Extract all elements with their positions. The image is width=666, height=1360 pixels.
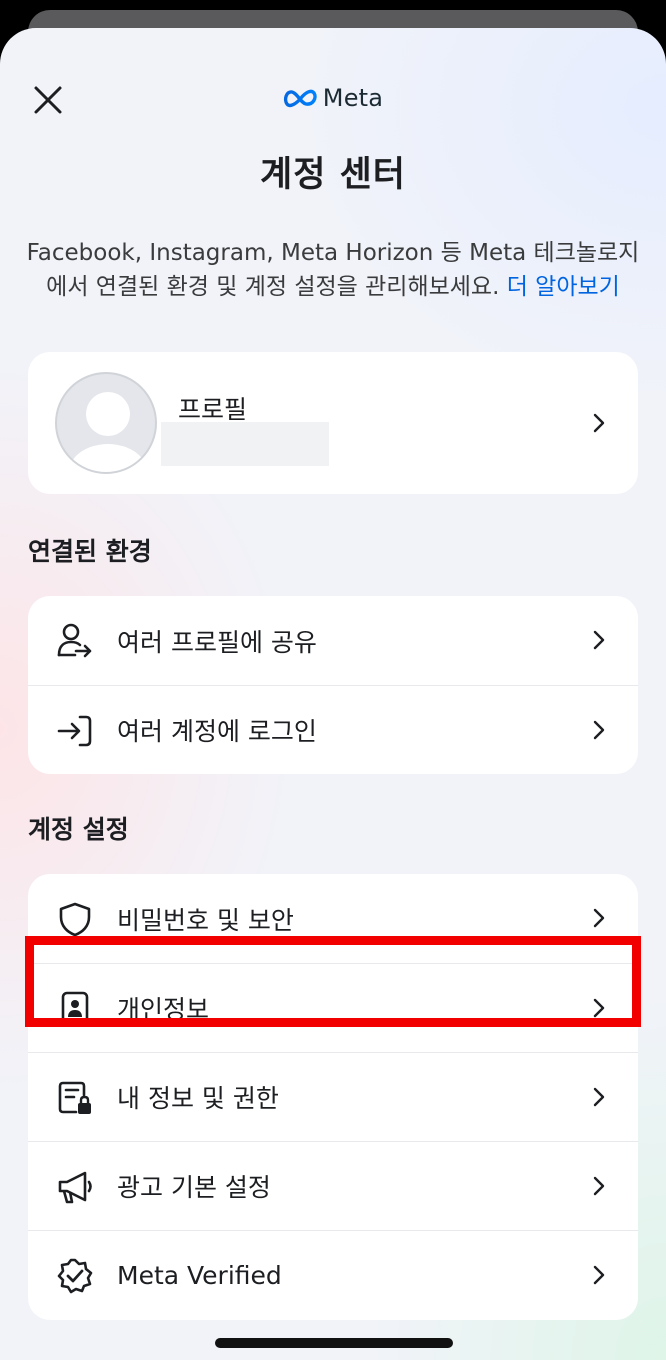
chevron bbox=[590, 908, 608, 928]
meta-verified-item[interactable]: Meta Verified bbox=[28, 1230, 638, 1319]
chevron-right-icon bbox=[593, 908, 605, 928]
profile-name-redacted bbox=[161, 422, 329, 466]
default-avatar-icon bbox=[68, 392, 148, 472]
chevron bbox=[590, 1265, 608, 1285]
meta-infinity-icon bbox=[283, 89, 317, 108]
profile-card[interactable]: 프로필 bbox=[28, 352, 638, 494]
document-lock-icon bbox=[56, 1079, 94, 1117]
profile-label: 프로필 bbox=[178, 395, 248, 424]
meta-wordmark: Meta bbox=[322, 84, 384, 112]
chevron-right-icon bbox=[593, 1265, 605, 1285]
account-settings-card: 비밀번호 및 보안 개인정보 내 정보 및 권한 광고 기본 설정 Meta V… bbox=[28, 874, 638, 1320]
chevron-right-icon bbox=[593, 413, 605, 433]
share-profiles-icon bbox=[56, 622, 94, 660]
connected-section-title: 연결된 환경 bbox=[28, 537, 152, 566]
page-subtitle: Facebook, Instagram, Meta Horizon 등 Meta… bbox=[24, 236, 642, 304]
chevron bbox=[590, 630, 608, 650]
chevron-right-icon bbox=[593, 630, 605, 650]
chevron bbox=[590, 998, 608, 1018]
chevron-right-icon bbox=[593, 1087, 605, 1107]
id-card-icon bbox=[56, 990, 94, 1028]
verified-badge-icon bbox=[56, 1257, 94, 1295]
meta-logo: Meta bbox=[0, 84, 666, 112]
chevron-right-icon bbox=[593, 720, 605, 740]
ad-preferences-label: 광고 기본 설정 bbox=[117, 1173, 271, 1202]
chevron-right-icon bbox=[593, 998, 605, 1018]
password-security-item[interactable]: 비밀번호 및 보안 bbox=[28, 874, 638, 963]
connected-experiences-card: 여러 프로필에 공유 여러 계정에 로그인 bbox=[28, 596, 638, 774]
log-in-across-accounts-item[interactable]: 여러 계정에 로그인 bbox=[28, 685, 638, 774]
avatar bbox=[55, 372, 157, 474]
chevron bbox=[590, 1087, 608, 1107]
personal-details-label: 개인정보 bbox=[117, 995, 210, 1024]
share-across-profiles-item[interactable]: 여러 프로필에 공유 bbox=[28, 596, 638, 685]
megaphone-icon bbox=[56, 1168, 94, 1206]
meta-verified-label: Meta Verified bbox=[117, 1260, 282, 1290]
login-icon bbox=[56, 712, 94, 750]
learn-more-link[interactable]: 더 알아보기 bbox=[507, 274, 620, 300]
profile-chevron bbox=[590, 413, 608, 433]
personal-details-item[interactable]: 개인정보 bbox=[28, 963, 638, 1052]
home-indicator bbox=[215, 1338, 453, 1348]
chevron bbox=[590, 720, 608, 740]
log-in-across-accounts-label: 여러 계정에 로그인 bbox=[117, 717, 317, 746]
chevron-right-icon bbox=[593, 1176, 605, 1196]
page-title: 계정 센터 bbox=[260, 155, 406, 195]
shield-icon bbox=[56, 900, 94, 938]
your-info-permissions-item[interactable]: 내 정보 및 권한 bbox=[28, 1052, 638, 1141]
share-across-profiles-label: 여러 프로필에 공유 bbox=[117, 627, 317, 657]
your-info-permissions-label: 내 정보 및 권한 bbox=[117, 1084, 279, 1113]
accounts-center-sheet: Meta 계정 센터 Facebook, Instagram, Meta Hor… bbox=[0, 28, 666, 1360]
password-security-label: 비밀번호 및 보안 bbox=[117, 905, 294, 935]
account-settings-section-title: 계정 설정 bbox=[28, 815, 129, 844]
chevron bbox=[590, 1176, 608, 1196]
ad-preferences-item[interactable]: 광고 기본 설정 bbox=[28, 1141, 638, 1230]
